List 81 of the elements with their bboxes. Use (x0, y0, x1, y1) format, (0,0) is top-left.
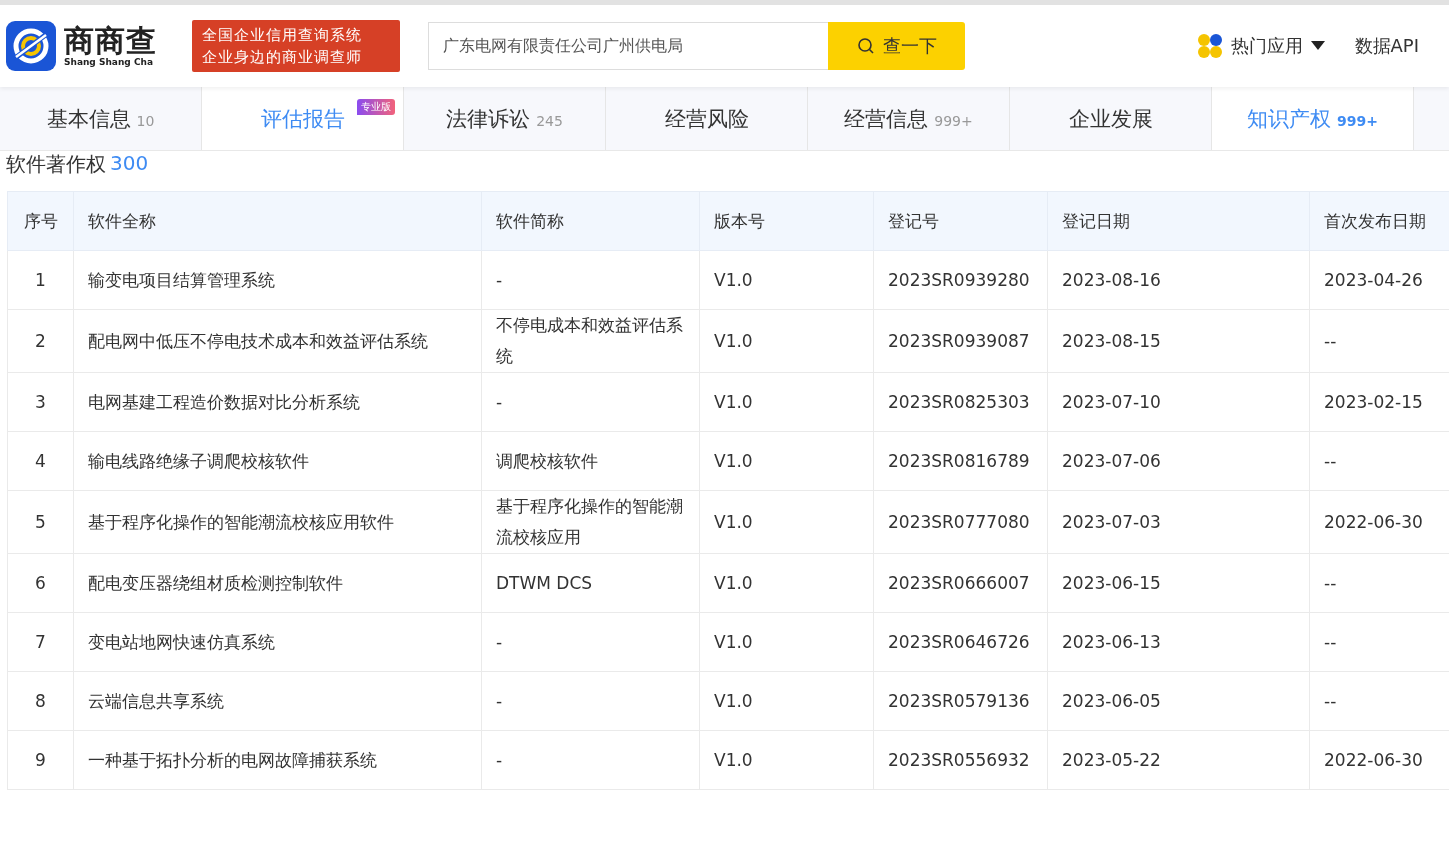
table-cell: V1.0 (699, 250, 874, 310)
table-cell: 输变电项目结算管理系统 (73, 250, 482, 310)
table-cell: 2023-06-15 (1047, 553, 1310, 613)
table-cell: - (481, 671, 700, 731)
tab[interactable]: 评估报告 专业版 (202, 87, 404, 150)
table-cell: V1.0 (699, 490, 874, 554)
pro-badge: 专业版 (357, 99, 395, 115)
table-cell: 2023-07-10 (1047, 372, 1310, 432)
table-cell: - (481, 730, 700, 790)
caret-icon (1310, 41, 1325, 51)
table-cell: 配电变压器绕组材质检测控制软件 (73, 553, 482, 613)
table-cell: V1.0 (699, 612, 874, 672)
column-header: 登记号 (873, 191, 1048, 251)
section-title: 软件著作权 (6, 151, 106, 178)
column-header: 版本号 (699, 191, 874, 251)
tab[interactable]: 经营信息 999+ (808, 87, 1010, 150)
table-cell: V1.0 (699, 553, 874, 613)
table-cell: 2023-06-05 (1047, 671, 1310, 731)
table-cell: V1.0 (699, 309, 874, 373)
table-cell: 2023SR0825303 (873, 372, 1048, 432)
table-cell: 配电网中低压不停电技术成本和效益评估系统 (73, 309, 482, 373)
table-cell: 5 (7, 490, 74, 554)
column-header: 软件简称 (481, 191, 700, 251)
table-cell: 2023-08-16 (1047, 250, 1310, 310)
table-cell: 2023SR0579136 (873, 671, 1048, 731)
table-cell: 2023-06-13 (1047, 612, 1310, 672)
nav-link[interactable]: 数据API (1354, 34, 1419, 58)
column-header: 软件全称 (73, 191, 482, 251)
table-cell: - (481, 612, 700, 672)
column-header: 首次发布日期 (1309, 191, 1449, 251)
slogan-line: 企业身边的商业调查师 (202, 47, 363, 68)
table-cell: - (481, 372, 700, 432)
table-cell: 2023-08-15 (1047, 309, 1310, 373)
table-cell: 2023-07-03 (1047, 490, 1310, 554)
table-cell: 9 (7, 730, 74, 790)
table-cell: 2023SR0646726 (873, 612, 1048, 672)
tab[interactable]: 经营风险 (606, 87, 808, 150)
table-cell: 2023SR0939280 (873, 250, 1048, 310)
slogan-line: 全国企业信用查询系统 (202, 25, 363, 46)
table-cell: 2023SR0939087 (873, 309, 1048, 373)
column-header: 登记日期 (1047, 191, 1310, 251)
search-button[interactable]: 查一下 (828, 22, 965, 70)
table-cell: 不停电成本和效益评估系统 (481, 309, 700, 373)
column-header: 序号 (7, 191, 74, 251)
table-cell: 2023-07-06 (1047, 431, 1310, 491)
table-cell: 6 (7, 553, 74, 613)
table-cell: 3 (7, 372, 74, 432)
table-cell: V1.0 (699, 730, 874, 790)
logo-subtext: Shang Shang Cha (64, 57, 154, 67)
logo-icon (6, 21, 56, 71)
table-cell: 基于程序化操作的智能潮流校核应用 (481, 490, 700, 554)
table-cell: DTWM DCS (481, 553, 700, 613)
table-cell: 2023-05-22 (1047, 730, 1310, 790)
section-count: 300 (110, 151, 149, 175)
table-cell: 基于程序化操作的智能潮流校核应用软件 (73, 490, 482, 554)
table-cell: - (481, 250, 700, 310)
table-cell: V1.0 (699, 372, 874, 432)
table-cell: 2023SR0556932 (873, 730, 1048, 790)
table-cell: 2023SR0666007 (873, 553, 1048, 613)
tab[interactable]: 知识产权 999+ (1212, 87, 1414, 150)
table-cell: 2023SR0777080 (873, 490, 1048, 554)
search-field[interactable]: 广东电网有限责任公司广州供电局 (428, 22, 828, 70)
apps-menu-button[interactable]: 热门应用 (1196, 33, 1325, 59)
table-cell: 8 (7, 671, 74, 731)
table-cell: V1.0 (699, 431, 874, 491)
table-cell: 电网基建工程造价数据对比分析系统 (73, 372, 482, 432)
table-cell: 调爬校核软件 (481, 431, 700, 491)
apps-icon (1196, 33, 1223, 59)
table-cell: 4 (7, 431, 74, 491)
table-cell: 变电站地网快速仿真系统 (73, 612, 482, 672)
table-cell: 云端信息共享系统 (73, 671, 482, 731)
table-cell: 7 (7, 612, 74, 672)
tab[interactable]: 法律诉讼 245 (404, 87, 606, 150)
table-cell: 1 (7, 250, 74, 310)
table-cell: 2 (7, 309, 74, 373)
table-cell: 输电线路绝缘子调爬校核软件 (73, 431, 482, 491)
search-icon (856, 37, 875, 55)
table-cell: 2023SR0816789 (873, 431, 1048, 491)
table-cell: 一种基于拓扑分析的电网故障捕获系统 (73, 730, 482, 790)
logo-text: 商商查 (64, 25, 157, 57)
table-cell: V1.0 (699, 671, 874, 731)
